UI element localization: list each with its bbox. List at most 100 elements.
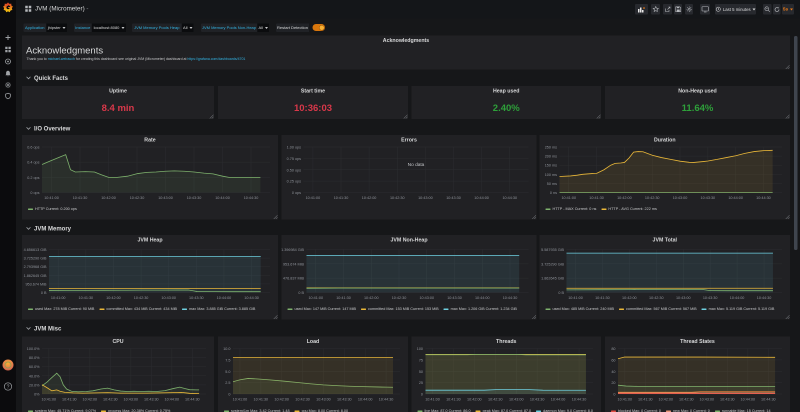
svg-text:10:41:00: 10:41:00 [425, 398, 440, 402]
svg-text:10:44:30: 10:44:30 [761, 398, 776, 402]
svg-text:10:44:30: 10:44:30 [572, 398, 587, 402]
svg-text:10:41:30: 10:41:30 [73, 196, 88, 200]
svg-text:10:43:30: 10:43:30 [446, 196, 461, 200]
svg-text:10:41:00: 10:41:00 [306, 196, 321, 200]
svg-text:0 ops: 0 ops [30, 191, 39, 195]
svg-text:10:41:00: 10:41:00 [618, 398, 633, 402]
svg-text:10:42:00: 10:42:00 [622, 296, 637, 300]
svg-text:5.587935 GiB: 5.587935 GiB [541, 248, 564, 252]
svg-text:25: 25 [419, 381, 423, 385]
svg-text:10:43:00: 10:43:00 [316, 398, 331, 402]
svg-text:7.5: 7.5 [225, 358, 230, 362]
svg-text:10:41:30: 10:41:30 [62, 398, 77, 402]
svg-text:10:42:30: 10:42:30 [103, 398, 118, 402]
svg-text:10:41:30: 10:41:30 [336, 296, 351, 300]
svg-text:100.0%: 100.0% [27, 347, 40, 351]
svg-text:3.725290 GiB: 3.725290 GiB [541, 262, 564, 266]
svg-text:953.674 MiB: 953.674 MiB [283, 262, 305, 266]
svg-text:No data: No data [408, 162, 425, 168]
svg-text:10:41:30: 10:41:30 [79, 296, 94, 300]
svg-text:10:42:30: 10:42:30 [392, 296, 407, 300]
svg-text:0 ops: 0 ops [292, 191, 301, 195]
svg-text:10:44:00: 10:44:00 [474, 196, 489, 200]
svg-text:0 B: 0 B [41, 291, 47, 295]
svg-text:1.396984 GiB: 1.396984 GiB [282, 248, 305, 252]
svg-text:10:43:00: 10:43:00 [418, 196, 433, 200]
svg-text:10:42:30: 10:42:30 [390, 196, 405, 200]
svg-text:0 B: 0 B [298, 291, 304, 295]
svg-text:10:42:00: 10:42:00 [617, 196, 632, 200]
svg-text:10:44:30: 10:44:30 [503, 296, 518, 300]
svg-text:2.793968 GiB: 2.793968 GiB [24, 265, 47, 269]
svg-text:150 ms: 150 ms [545, 164, 557, 168]
svg-text:200 ms: 200 ms [545, 155, 557, 159]
svg-text:10:42:00: 10:42:00 [274, 398, 289, 402]
svg-text:10:43:30: 10:43:30 [337, 398, 352, 402]
svg-text:10:43:30: 10:43:30 [703, 296, 718, 300]
svg-text:10:41:00: 10:41:00 [44, 196, 59, 200]
svg-text:10:44:00: 10:44:00 [730, 296, 745, 300]
svg-text:10:43:00: 10:43:00 [509, 398, 524, 402]
svg-text:10:43:00: 10:43:00 [124, 398, 139, 402]
svg-text:10:44:00: 10:44:00 [165, 398, 180, 402]
svg-text:0: 0 [421, 393, 423, 397]
svg-text:10:41:30: 10:41:30 [446, 398, 461, 402]
svg-text:10:43:00: 10:43:00 [700, 398, 715, 402]
svg-text:10:44:30: 10:44:30 [244, 296, 259, 300]
svg-text:40.0%: 40.0% [29, 374, 40, 378]
svg-text:10:42:00: 10:42:00 [467, 398, 482, 402]
svg-text:0.50 ops: 0.50 ops [287, 168, 302, 172]
svg-text:10:43:00: 10:43:00 [161, 296, 176, 300]
svg-text:10:44:30: 10:44:30 [757, 296, 772, 300]
svg-text:10:42:00: 10:42:00 [83, 398, 98, 402]
svg-text:10:43:30: 10:43:30 [144, 398, 159, 402]
svg-text:3.725290 GiB: 3.725290 GiB [24, 257, 47, 261]
svg-text:10:44:00: 10:44:00 [551, 398, 566, 402]
svg-text:50: 50 [419, 370, 423, 374]
svg-text:75: 75 [419, 358, 423, 362]
svg-text:10:41:30: 10:41:30 [254, 398, 269, 402]
svg-text:0.25 ops: 0.25 ops [287, 180, 302, 184]
svg-text:10:44:30: 10:44:30 [244, 196, 259, 200]
svg-text:0 ns: 0 ns [550, 191, 557, 195]
svg-text:250 ms: 250 ms [545, 146, 557, 150]
svg-text:80.0%: 80.0% [29, 356, 40, 360]
svg-text:10:41:30: 10:41:30 [589, 196, 604, 200]
svg-text:10:42:00: 10:42:00 [364, 296, 379, 300]
svg-text:10:41:30: 10:41:30 [638, 398, 653, 402]
svg-text:80: 80 [611, 347, 615, 351]
svg-text:10:43:00: 10:43:00 [673, 196, 688, 200]
svg-text:10:41:00: 10:41:00 [51, 296, 66, 300]
svg-text:0: 0 [613, 393, 615, 397]
svg-text:0 B: 0 B [558, 291, 564, 295]
svg-text:10:44:00: 10:44:00 [741, 398, 756, 402]
svg-text:10:43:30: 10:43:30 [720, 398, 735, 402]
svg-text:10:42:30: 10:42:30 [295, 398, 310, 402]
svg-text:10:42:30: 10:42:30 [649, 296, 664, 300]
svg-text:0%: 0% [34, 393, 40, 397]
svg-text:0: 0 [228, 393, 230, 397]
svg-text:10:44:00: 10:44:00 [358, 398, 373, 402]
svg-text:10:41:00: 10:41:00 [568, 296, 583, 300]
svg-text:10:44:00: 10:44:00 [728, 196, 743, 200]
svg-text:10:44:00: 10:44:00 [475, 296, 490, 300]
svg-text:10.0: 10.0 [223, 347, 230, 351]
svg-text:4.656613 GiB: 4.656613 GiB [24, 248, 47, 252]
svg-text:10:42:30: 10:42:30 [130, 196, 145, 200]
svg-text:10:42:00: 10:42:00 [362, 196, 377, 200]
svg-text:10:43:00: 10:43:00 [676, 296, 691, 300]
svg-text:?: ? [7, 384, 10, 390]
svg-text:50 ms: 50 ms [547, 182, 557, 186]
svg-text:20.0%: 20.0% [29, 383, 40, 387]
svg-text:10:41:30: 10:41:30 [334, 196, 349, 200]
svg-text:10:43:30: 10:43:30 [701, 196, 716, 200]
svg-text:10:41:00: 10:41:00 [233, 398, 248, 402]
svg-text:10:42:00: 10:42:00 [101, 196, 116, 200]
svg-text:0.2 ops: 0.2 ops [27, 176, 39, 180]
svg-text:10:43:30: 10:43:30 [447, 296, 462, 300]
svg-text:953.674 MiB: 953.674 MiB [25, 282, 47, 286]
svg-text:100: 100 [417, 347, 423, 351]
svg-text:10:41:30: 10:41:30 [595, 296, 610, 300]
svg-text:0.6 ops: 0.6 ops [27, 146, 39, 150]
svg-text:10:44:30: 10:44:30 [379, 398, 394, 402]
